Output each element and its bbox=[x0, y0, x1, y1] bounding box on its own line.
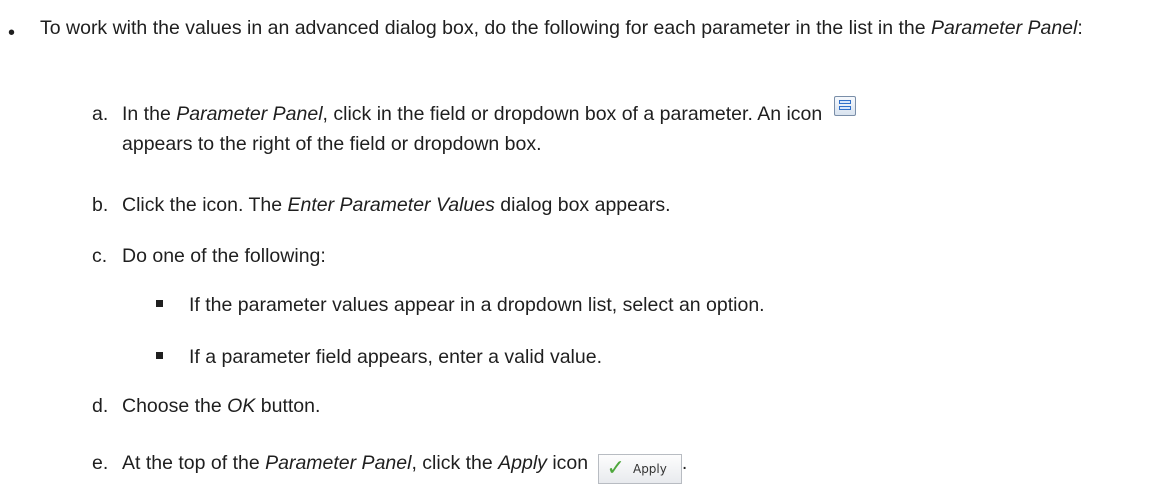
step-d-text-1: Choose the bbox=[122, 395, 228, 417]
parameter-values-icon-row-1 bbox=[838, 100, 851, 104]
checkmark-icon: ✓ bbox=[606, 456, 625, 481]
step-c-text: Do one of the following: bbox=[122, 245, 326, 267]
bullet-marker: • bbox=[8, 22, 16, 44]
step-b-marker: b. bbox=[92, 194, 109, 216]
step-e-italic-apply: Apply bbox=[498, 452, 547, 474]
apply-button[interactable]: ✓ Apply bbox=[597, 454, 682, 484]
instruction-document: • To work with the values in an advanced… bbox=[0, 0, 1164, 493]
intro-italic-parameter-panel: Parameter Panel bbox=[931, 17, 1078, 39]
step-e-text-4: . bbox=[681, 452, 688, 474]
square-bullet-icon bbox=[156, 352, 163, 359]
step-e-text-3: icon bbox=[546, 452, 589, 474]
step-a: a. In the Parameter Panel, click in the f… bbox=[92, 96, 1132, 159]
step-b-text-1: Click the icon. The bbox=[122, 194, 288, 216]
step-d: d. Choose the OK button. bbox=[92, 391, 1132, 421]
step-a-text-1: In the bbox=[122, 103, 177, 125]
step-a-line-2: appears to the right of the field or dro… bbox=[122, 133, 542, 155]
step-c: c. Do one of the following: bbox=[92, 241, 1132, 271]
apply-button-label: Apply bbox=[632, 462, 667, 476]
step-b-text-2: dialog box appears. bbox=[494, 194, 671, 216]
step-c-option-2: If a parameter field appears, enter a va… bbox=[156, 342, 1116, 372]
step-e-italic-parameter-panel: Parameter Panel bbox=[265, 452, 412, 474]
step-d-marker: d. bbox=[92, 395, 109, 417]
intro-paragraph: To work with the values in an advanced d… bbox=[40, 13, 1150, 43]
step-c-option-1: If the parameter values appear in a drop… bbox=[156, 290, 1116, 320]
step-a-italic-parameter-panel: Parameter Panel bbox=[176, 103, 323, 125]
step-b: b. Click the icon. The Enter Parameter Va… bbox=[92, 190, 1132, 220]
step-d-text-2: button. bbox=[255, 395, 321, 417]
step-e: e. At the top of the Parameter Panel, cli… bbox=[92, 448, 1132, 484]
step-d-italic-ok: OK bbox=[227, 395, 256, 417]
step-a-text-2: , click in the field or dropdown box of … bbox=[322, 103, 823, 125]
square-bullet-icon bbox=[156, 300, 163, 307]
parameter-values-icon-row-2 bbox=[838, 106, 851, 110]
step-b-italic-enter-parameter-values: Enter Parameter Values bbox=[287, 194, 495, 216]
step-e-text-2: , click the bbox=[411, 452, 499, 474]
parameter-values-icon bbox=[833, 96, 856, 116]
step-e-marker: e. bbox=[92, 452, 109, 474]
step-e-text-1: At the top of the bbox=[122, 452, 266, 474]
step-a-marker: a. bbox=[92, 103, 109, 125]
intro-text-1: To work with the values in an advanced d… bbox=[40, 17, 932, 39]
step-c-option-2-text: If a parameter field appears, enter a va… bbox=[189, 346, 602, 368]
step-c-option-1-text: If the parameter values appear in a drop… bbox=[189, 294, 765, 316]
step-c-marker: c. bbox=[92, 245, 108, 267]
intro-text-2: : bbox=[1077, 17, 1083, 39]
